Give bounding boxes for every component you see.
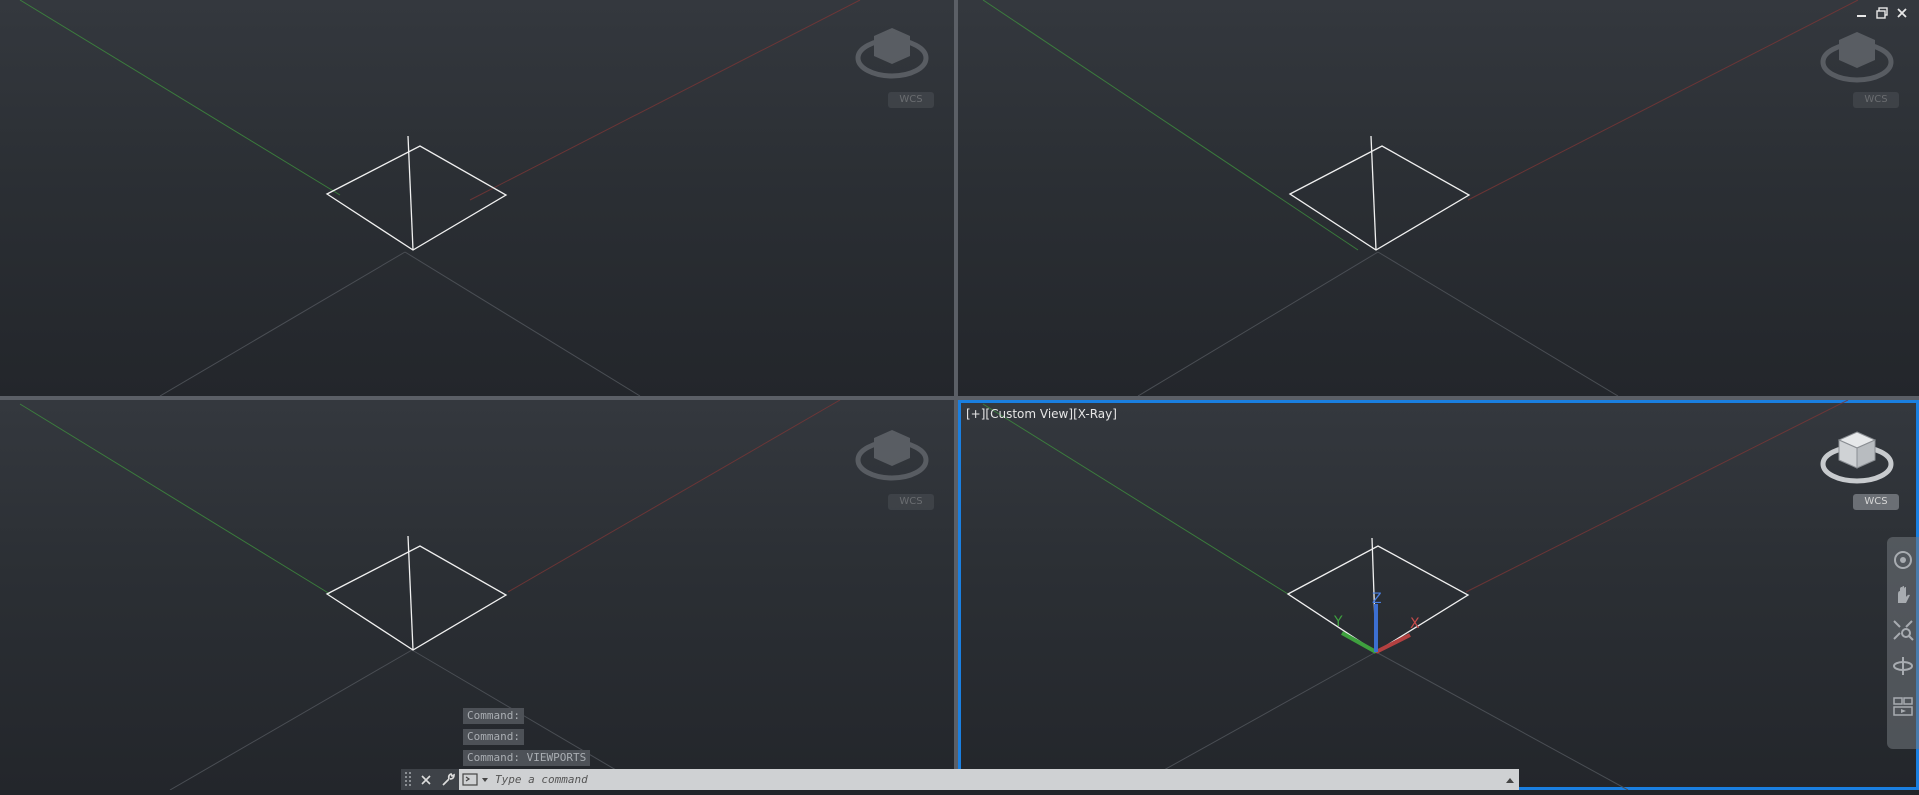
command-history-line: Command: xyxy=(463,708,524,724)
wrench-icon xyxy=(442,772,455,786)
pan-icon[interactable] xyxy=(1892,585,1914,607)
command-prompt-icon xyxy=(462,772,488,786)
command-history-line: Command: VIEWPORTS xyxy=(463,750,591,766)
viewport-horizontal-divider[interactable] xyxy=(0,396,1919,400)
model-scene: Y X Z xyxy=(982,400,1849,790)
axis-y-label: Y xyxy=(1333,614,1343,630)
wcs-menu[interactable]: WCS xyxy=(888,494,934,510)
customize-button[interactable] xyxy=(437,769,459,790)
close-icon[interactable] xyxy=(1895,6,1909,20)
viewcube[interactable] xyxy=(1819,424,1895,490)
wcs-menu[interactable]: WCS xyxy=(1853,92,1899,108)
close-icon xyxy=(421,774,431,785)
ucs-icon xyxy=(1341,604,1411,654)
close-command-line-button[interactable] xyxy=(415,769,437,790)
restore-icon[interactable] xyxy=(1875,6,1889,20)
recent-commands-button[interactable] xyxy=(459,769,493,790)
viewport-top-right[interactable]: WCS xyxy=(958,0,1919,396)
viewcube[interactable] xyxy=(1819,24,1895,90)
command-history-toggle[interactable] xyxy=(1501,776,1519,784)
steering-wheel-icon[interactable] xyxy=(1892,549,1914,571)
viewport-controls-menu[interactable]: [+] xyxy=(966,407,985,421)
command-input-area xyxy=(459,769,1519,790)
orbit-icon[interactable] xyxy=(1892,655,1914,677)
wcs-menu[interactable]: WCS xyxy=(888,92,934,108)
command-line-grip[interactable] xyxy=(401,769,415,790)
viewport-window-controls xyxy=(1855,6,1909,20)
command-input[interactable] xyxy=(493,769,1501,790)
command-line xyxy=(401,769,1519,790)
navigation-bar xyxy=(1887,537,1919,749)
viewcube[interactable] xyxy=(854,20,930,86)
model-scene xyxy=(982,0,1859,396)
viewcube[interactable] xyxy=(854,422,930,488)
axis-z-label: Z xyxy=(1372,591,1382,607)
view-menu[interactable]: [Custom View] xyxy=(985,407,1073,421)
viewport-top-left[interactable]: WCS xyxy=(0,0,954,396)
command-history: Command: Command: Command: VIEWPORTS xyxy=(463,708,591,771)
minimize-icon[interactable] xyxy=(1855,6,1869,20)
wcs-menu[interactable]: WCS xyxy=(1853,494,1899,510)
showmotion-icon[interactable] xyxy=(1892,695,1914,717)
viewport-label: [+][Custom View][X-Ray] xyxy=(966,407,1117,421)
command-history-line: Command: xyxy=(463,729,524,745)
visual-style-menu[interactable]: [X-Ray] xyxy=(1073,407,1117,421)
axis-x-label: X xyxy=(1410,616,1420,632)
viewport-vertical-divider[interactable] xyxy=(954,0,958,790)
chevron-up-icon xyxy=(1506,777,1514,783)
model-scene xyxy=(19,0,861,396)
viewport-bottom-right-active[interactable]: Y X Z [+][Custom View][X-Ray] WCS xyxy=(958,400,1919,790)
zoom-extents-icon[interactable] xyxy=(1892,619,1914,641)
